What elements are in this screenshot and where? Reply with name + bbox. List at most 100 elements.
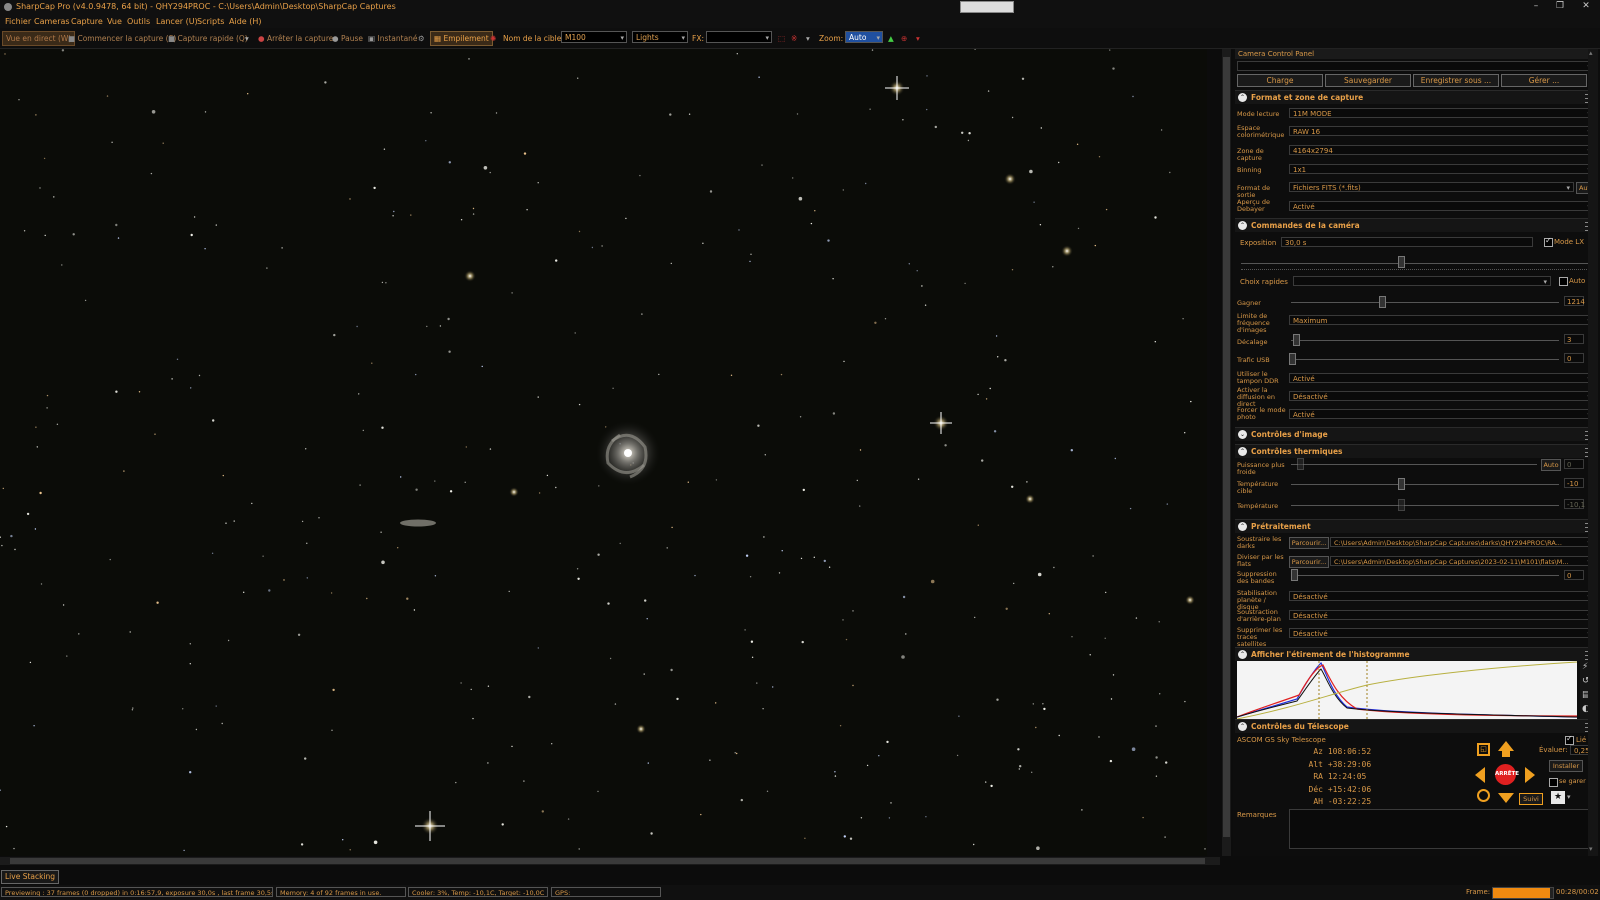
flats-path-select[interactable]: C:\Users\Admin\Desktop\SharpCap Captures… bbox=[1330, 556, 1595, 566]
save-as-button[interactable]: Enregistrer sous ... bbox=[1413, 74, 1499, 87]
zoom-icon[interactable]: ⊕ bbox=[901, 34, 907, 43]
quick-auto-checkbox[interactable] bbox=[1559, 277, 1568, 286]
darks-path-select[interactable]: C:\Users\Admin\Desktop\SharpCap Captures… bbox=[1330, 537, 1595, 547]
read-mode-select[interactable]: 11M MODE bbox=[1289, 108, 1595, 119]
cooler-power-auto-button[interactable]: Auto bbox=[1541, 459, 1561, 471]
gain-value[interactable]: 1214 bbox=[1564, 296, 1585, 306]
tools-icon[interactable]: ⚙ bbox=[418, 34, 425, 43]
offset-slider-knob[interactable] bbox=[1293, 334, 1300, 346]
ddr-buffer-select[interactable]: Activé bbox=[1289, 373, 1595, 384]
stop-capture-button[interactable]: ● Arrêter la capture bbox=[258, 34, 333, 43]
close-icon[interactable]: ✕ bbox=[1578, 1, 1594, 13]
collapse-icon[interactable]: ⌃ bbox=[1238, 722, 1247, 731]
quick-choices-select[interactable] bbox=[1293, 276, 1551, 287]
offset-slider[interactable] bbox=[1291, 340, 1559, 341]
preprocessing-section-header[interactable]: ⌃ Prétraitement bbox=[1235, 519, 1597, 533]
menu-help[interactable]: Aide (H) bbox=[229, 17, 262, 26]
frame-type-select[interactable]: Lights bbox=[632, 31, 688, 44]
binning-select[interactable]: 1x1 bbox=[1289, 164, 1595, 175]
live-view-button[interactable]: Vue en direct (W) bbox=[2, 31, 76, 46]
debayer-preview-select[interactable]: Activé bbox=[1289, 201, 1595, 212]
usb-traffic-slider-knob[interactable] bbox=[1289, 353, 1296, 365]
horizontal-scroll-thumb[interactable] bbox=[10, 858, 1205, 864]
background-subtraction-select[interactable]: Désactivé bbox=[1289, 610, 1595, 621]
manage-button[interactable]: Gérer ... bbox=[1501, 74, 1587, 87]
move-north-icon[interactable] bbox=[1498, 741, 1514, 751]
thermal-controls-section-header[interactable]: ⌃ Contrôles thermiques bbox=[1235, 444, 1597, 458]
histogram-icon[interactable]: ▲ bbox=[888, 34, 894, 43]
flats-browse-button[interactable]: Parcourir... bbox=[1289, 556, 1329, 568]
capture-format-section-header[interactable]: ⌃ Format et zone de capture bbox=[1235, 90, 1597, 104]
exposure-input[interactable]: 30,0 s bbox=[1281, 237, 1533, 247]
load-button[interactable]: Charge bbox=[1237, 74, 1323, 87]
move-west-icon[interactable] bbox=[1475, 767, 1485, 783]
collapse-icon[interactable]: ⌃ bbox=[1238, 221, 1247, 230]
home-icon[interactable] bbox=[1477, 789, 1490, 802]
lx-mode-checkbox[interactable] bbox=[1544, 236, 1553, 247]
floating-toolbar-widget[interactable] bbox=[960, 1, 1014, 13]
darks-browse-button[interactable]: Parcourir... bbox=[1289, 537, 1329, 549]
telescope-section-header[interactable]: ⌃ Contrôles du Télescope bbox=[1235, 719, 1597, 733]
banding-slider[interactable] bbox=[1291, 575, 1559, 576]
expand-icon[interactable]: ⌄ bbox=[1238, 430, 1247, 439]
pause-button[interactable]: ● Pause bbox=[332, 34, 363, 43]
cooler-power-slider-knob[interactable] bbox=[1297, 458, 1304, 470]
stacking-button[interactable]: ▦ Empilement bbox=[430, 31, 493, 46]
image-horizontal-scrollbar[interactable] bbox=[0, 857, 1220, 865]
capture-area-select[interactable]: 4164x2794 bbox=[1289, 145, 1595, 156]
scroll-down-icon[interactable]: ▾ bbox=[1589, 845, 1593, 853]
move-east-icon[interactable] bbox=[1525, 767, 1535, 783]
banding-slider-knob[interactable] bbox=[1291, 569, 1298, 581]
menu-scripts[interactable]: Scripts bbox=[197, 17, 224, 26]
photo-mode-select[interactable]: Activé bbox=[1289, 409, 1595, 420]
cooler-power-slider[interactable] bbox=[1291, 464, 1537, 465]
snapshot-button[interactable]: ▣ Instantané bbox=[368, 34, 418, 43]
gain-slider[interactable] bbox=[1291, 302, 1559, 303]
target-temp-slider[interactable] bbox=[1291, 484, 1559, 485]
image-vertical-scrollbar[interactable] bbox=[1222, 49, 1231, 856]
target-temp-slider-knob[interactable] bbox=[1398, 478, 1405, 490]
star-align-icon[interactable]: ★ bbox=[1551, 791, 1565, 804]
histogram-display[interactable] bbox=[1236, 661, 1578, 720]
focus-icon[interactable]: ※ bbox=[791, 34, 797, 43]
stop-telescope-button[interactable]: ARRÊTE bbox=[1495, 764, 1519, 785]
usb-traffic-value[interactable]: 0 bbox=[1564, 353, 1584, 363]
collapse-icon[interactable]: ⌃ bbox=[1238, 93, 1247, 102]
zoom-dropdown-icon[interactable]: ▾ bbox=[916, 34, 920, 43]
profile-select[interactable] bbox=[1237, 61, 1595, 72]
scroll-up-icon[interactable]: ▴ bbox=[1589, 49, 1593, 57]
gain-slider-knob[interactable] bbox=[1379, 296, 1386, 308]
goto-icon[interactable]: ◱ bbox=[1477, 743, 1490, 756]
menu-file[interactable]: Fichier bbox=[5, 17, 31, 26]
live-stacking-tab[interactable]: Live Stacking bbox=[1, 870, 60, 884]
capture-dropdown-icon[interactable]: ▾ bbox=[245, 34, 249, 43]
move-south-icon[interactable] bbox=[1498, 793, 1514, 803]
start-capture-button[interactable]: ■ Commencer la capture (S) bbox=[68, 34, 176, 43]
target-name-input[interactable]: M100 bbox=[561, 31, 627, 44]
menu-cameras[interactable]: Cameras bbox=[34, 17, 70, 26]
vertical-scroll-thumb[interactable] bbox=[1223, 57, 1230, 837]
image-controls-section-header[interactable]: ⌄ Contrôles d'image bbox=[1235, 427, 1597, 441]
offset-value[interactable]: 3 bbox=[1564, 334, 1584, 344]
exposure-slider[interactable] bbox=[1241, 263, 1591, 264]
remarks-textarea[interactable] bbox=[1289, 809, 1597, 849]
install-button[interactable]: Installer bbox=[1549, 760, 1583, 772]
satellite-traces-select[interactable]: Désactivé bbox=[1289, 628, 1595, 639]
minimize-icon[interactable]: – bbox=[1528, 1, 1544, 13]
reticle-icon[interactable]: ⬚ bbox=[778, 34, 785, 43]
quick-capture-button[interactable]: ■ Capture rapide (Q) bbox=[168, 34, 248, 43]
fx-select[interactable] bbox=[706, 31, 772, 44]
menu-tools[interactable]: Outils bbox=[127, 17, 150, 26]
camera-controls-section-header[interactable]: ⌃ Commandes de la caméra bbox=[1235, 218, 1597, 232]
collapse-icon[interactable]: ⌃ bbox=[1238, 650, 1247, 659]
tracking-button[interactable]: Suivi bbox=[1519, 793, 1543, 805]
park-checkbox[interactable] bbox=[1549, 778, 1558, 787]
panel-scrollbar[interactable]: ▴ ▾ bbox=[1588, 49, 1598, 856]
banding-value[interactable]: 0 bbox=[1564, 570, 1584, 580]
menu-run[interactable]: Lancer (U) bbox=[156, 17, 198, 26]
menu-capture[interactable]: Capture bbox=[71, 17, 103, 26]
image-viewer[interactable] bbox=[0, 49, 1207, 856]
live-stream-select[interactable]: Désactivé bbox=[1289, 391, 1595, 402]
target-temp-value[interactable]: -10 bbox=[1564, 478, 1584, 488]
usb-traffic-slider[interactable] bbox=[1291, 359, 1559, 360]
